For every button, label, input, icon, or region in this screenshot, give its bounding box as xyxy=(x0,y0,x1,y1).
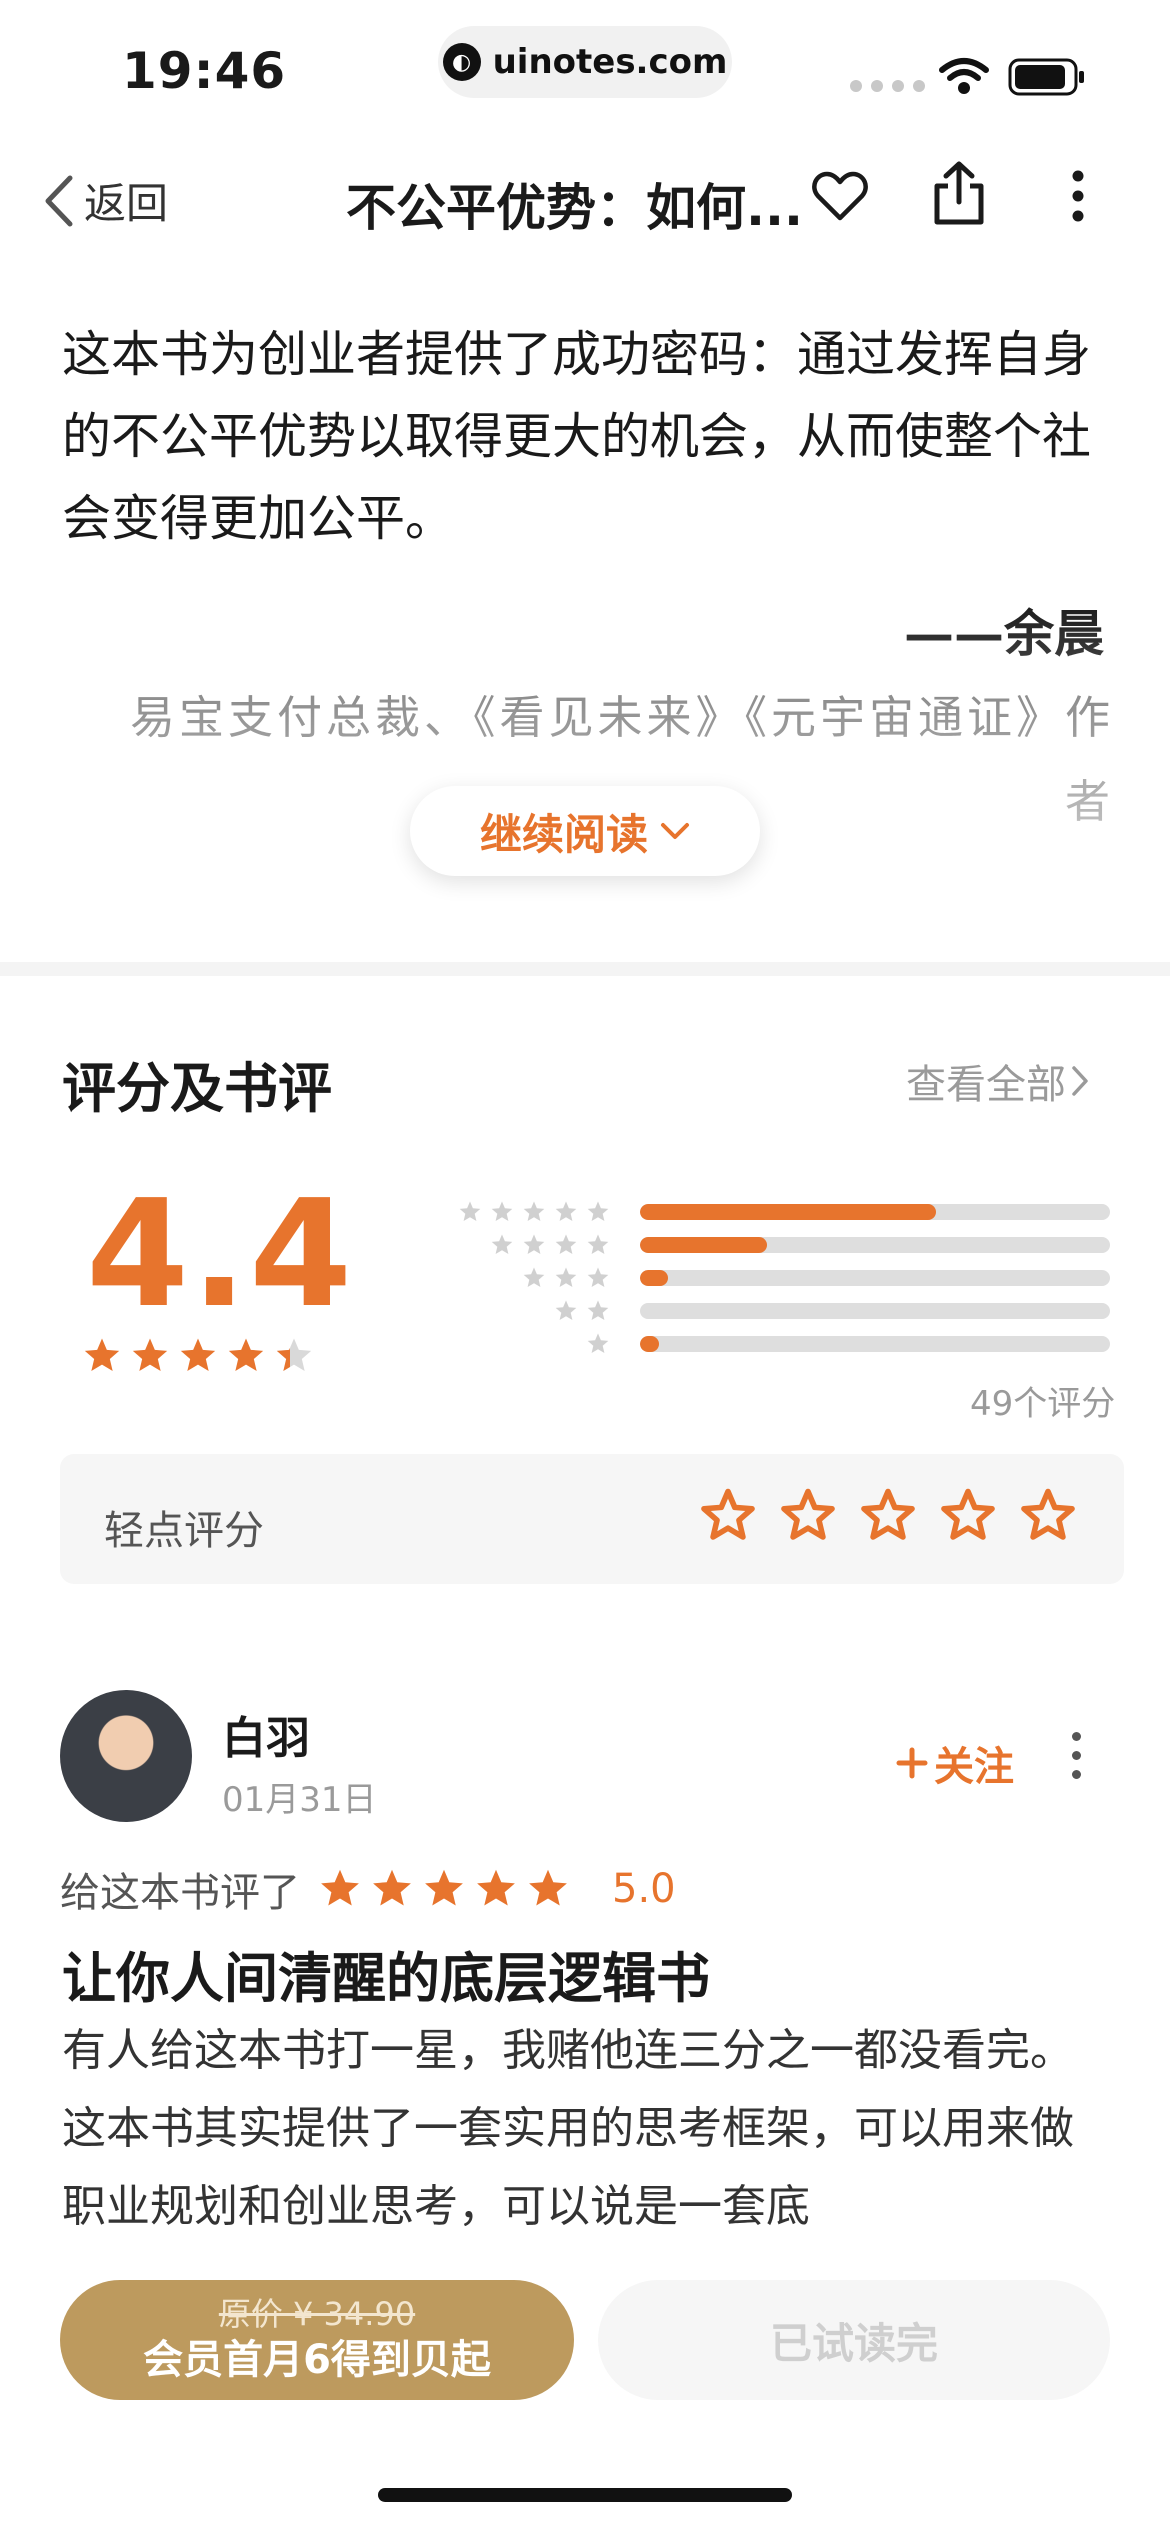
book-quote: 这本书为创业者提供了成功密码：通过发挥自身的不公平优势以取得更大的机会，从而使整… xyxy=(62,326,1092,547)
score-star-icon xyxy=(276,1338,312,1371)
tap-to-rate-stars xyxy=(700,1488,1076,1544)
continue-reading-button[interactable]: 继续阅读 xyxy=(410,786,760,876)
distribution-star-row xyxy=(458,1200,610,1224)
gray-star-icon xyxy=(587,1267,609,1287)
distribution-bar xyxy=(640,1204,1110,1220)
review-star-icon xyxy=(477,1869,515,1906)
status-time: 19:46 xyxy=(122,42,287,100)
gray-star-icon xyxy=(555,1234,577,1254)
section-divider xyxy=(0,962,1170,976)
url-text: uinotes.com xyxy=(492,42,728,82)
distribution-bar xyxy=(640,1237,1110,1253)
gray-star-icon xyxy=(459,1201,481,1221)
distribution-bar xyxy=(640,1336,1110,1352)
score-star-icon xyxy=(132,1338,168,1371)
continue-reading-label: 继续阅读 xyxy=(479,809,648,859)
original-price: 原价 ¥ 34.90 xyxy=(218,2295,416,2333)
member-offer-label: 会员首月6得到贝起 xyxy=(143,2337,491,2383)
url-pill[interactable]: ◐ uinotes.com xyxy=(438,26,732,98)
plus-icon xyxy=(896,1747,928,1779)
review-stars xyxy=(318,1867,570,1911)
review-rating-value: 5.0 xyxy=(612,1866,676,1912)
chevron-down-icon xyxy=(661,823,689,839)
score-star-icon xyxy=(228,1338,264,1371)
ratings-section-title: 评分及书评 xyxy=(62,1057,332,1120)
tap-to-rate-panel: 轻点评分 xyxy=(60,1454,1124,1584)
score-star-icon xyxy=(84,1338,120,1371)
gray-star-icon xyxy=(555,1300,577,1320)
review-body[interactable]: 有人给这本书打一星，我赌他连三分之一都没看完。这本书其实提供了一套实用的思考框架… xyxy=(62,2012,1112,2232)
more-options-icon[interactable] xyxy=(1070,168,1086,224)
average-score: 4.4 xyxy=(86,1168,355,1340)
tap-to-rate-label: 轻点评分 xyxy=(104,1508,264,1554)
distribution-star-row xyxy=(522,1266,610,1290)
see-all-label: 查看全部 xyxy=(906,1062,1066,1108)
distribution-bar xyxy=(640,1303,1110,1319)
see-all-link[interactable]: 查看全部 xyxy=(906,1052,1090,1110)
rate-star-icon[interactable] xyxy=(860,1488,916,1544)
review-star-icon xyxy=(373,1869,411,1906)
chevron-left-icon xyxy=(45,175,73,226)
gray-star-icon xyxy=(523,1201,545,1221)
follow-label: 关注 xyxy=(934,1744,1014,1790)
chevron-right-icon xyxy=(1072,1066,1088,1096)
distribution-bar-fill xyxy=(640,1270,669,1286)
gray-star-icon xyxy=(587,1300,609,1320)
review-more-icon[interactable] xyxy=(1072,1732,1081,1779)
back-label: 返回 xyxy=(84,179,169,228)
rate-star-icon[interactable] xyxy=(700,1488,756,1544)
distribution-star-row xyxy=(490,1233,610,1257)
rating-count: 49个评分 xyxy=(970,1384,1116,1424)
gray-star-icon xyxy=(587,1234,609,1254)
distribution-bar-fill xyxy=(640,1237,767,1253)
distribution-bar-fill xyxy=(640,1204,937,1220)
battery-icon xyxy=(1008,58,1084,96)
gray-star-icon xyxy=(555,1201,577,1221)
distribution-bar-fill xyxy=(640,1336,659,1352)
score-star-icon xyxy=(180,1338,216,1371)
gray-star-icon xyxy=(587,1333,609,1353)
average-score-stars xyxy=(82,1336,314,1376)
home-indicator xyxy=(378,2488,792,2502)
gray-star-icon xyxy=(491,1201,513,1221)
rating-distribution-bars xyxy=(640,1204,1110,1374)
review-star-icon xyxy=(321,1869,359,1906)
review-date: 01月31日 xyxy=(222,1780,377,1820)
rate-star-icon[interactable] xyxy=(940,1488,996,1544)
rate-star-icon[interactable] xyxy=(780,1488,836,1544)
follow-button[interactable]: 关注 xyxy=(896,1734,1014,1792)
gray-star-icon xyxy=(523,1234,545,1254)
cellular-signal-icon xyxy=(850,80,925,92)
wifi-icon xyxy=(939,58,989,94)
heart-icon[interactable] xyxy=(812,170,868,222)
review-star-icon xyxy=(529,1869,567,1906)
distribution-star-row xyxy=(554,1299,610,1323)
share-icon[interactable] xyxy=(932,160,986,226)
review-rating-prefix: 给这本书评了 xyxy=(60,1870,300,1916)
gray-star-icon xyxy=(555,1267,577,1287)
distribution-star-row xyxy=(586,1332,610,1356)
back-button[interactable]: 返回 xyxy=(42,170,168,231)
review-rating-line: 给这本书评了 5.0 xyxy=(60,1860,676,1918)
trial-finished-button[interactable]: 已试读完 xyxy=(598,2280,1110,2400)
page-title: 不公平优势：如何... xyxy=(346,179,803,237)
review-title[interactable]: 让你人间清醒的底层逻辑书 xyxy=(62,1934,710,2013)
trial-finished-label: 已试读完 xyxy=(769,2318,938,2368)
quote-author: ——余晨 xyxy=(904,604,1104,663)
gray-star-icon xyxy=(587,1201,609,1221)
reviewer-avatar[interactable] xyxy=(60,1690,192,1822)
gray-star-icon xyxy=(491,1234,513,1254)
rate-star-icon[interactable] xyxy=(1020,1488,1076,1544)
review-star-icon xyxy=(425,1869,463,1906)
reviewer-name[interactable]: 白羽 xyxy=(222,1702,310,1766)
gray-star-icon xyxy=(523,1267,545,1287)
rating-distribution-stars xyxy=(440,1200,610,1370)
distribution-bar xyxy=(640,1270,1110,1286)
site-logo-icon: ◐ xyxy=(442,43,481,81)
member-buy-button[interactable]: 原价 ¥ 34.90 会员首月6得到贝起 xyxy=(60,2280,574,2400)
